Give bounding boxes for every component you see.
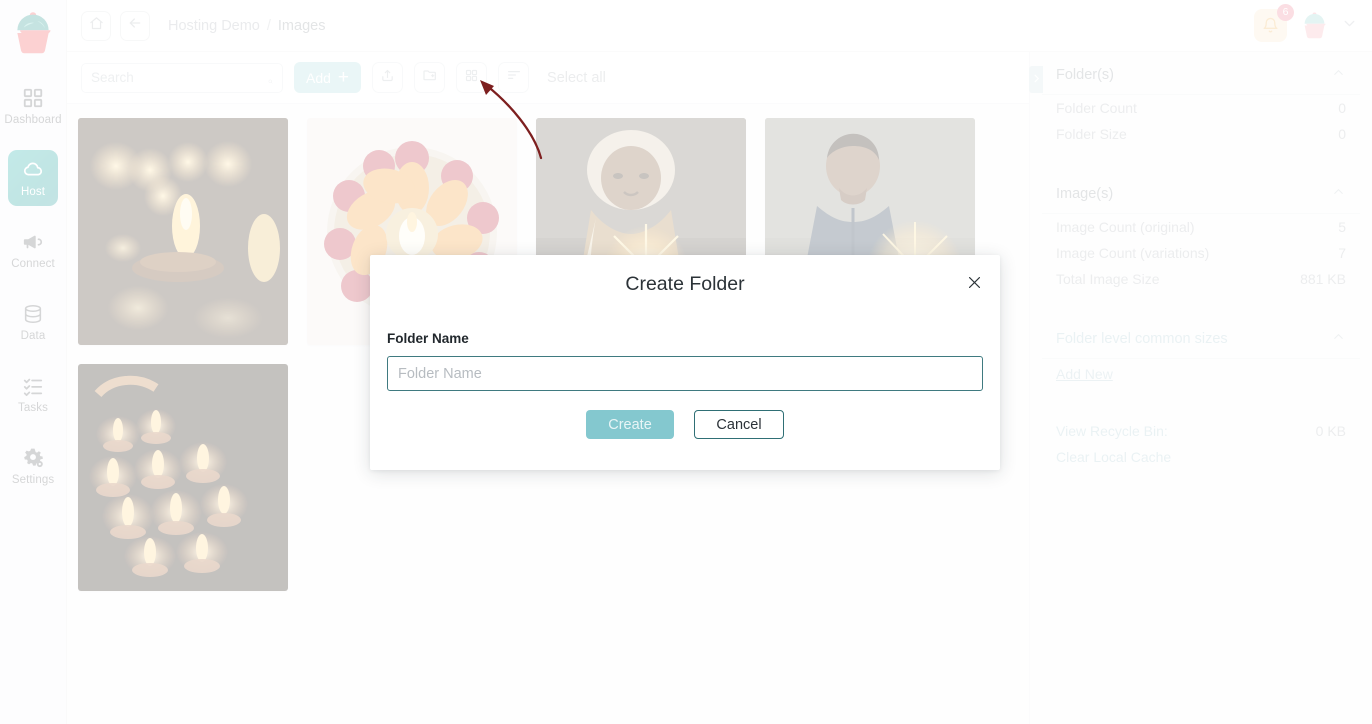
dialog-title: Create Folder [625,273,745,295]
cancel-button[interactable]: Cancel [694,410,784,439]
app-window: Dashboard Host Connect Data Tasks Settin… [0,0,1372,724]
folder-name-label: Folder Name [387,331,469,346]
close-button[interactable] [964,275,984,295]
create-folder-dialog: Create Folder Folder Name Create Cancel [370,255,1000,470]
folder-name-input[interactable] [387,356,983,391]
dialog-actions: Create Cancel [387,410,983,439]
modal-overlay: Create Folder Folder Name Create Cancel [0,0,1372,724]
close-icon [966,274,983,296]
create-button[interactable]: Create [586,410,674,439]
